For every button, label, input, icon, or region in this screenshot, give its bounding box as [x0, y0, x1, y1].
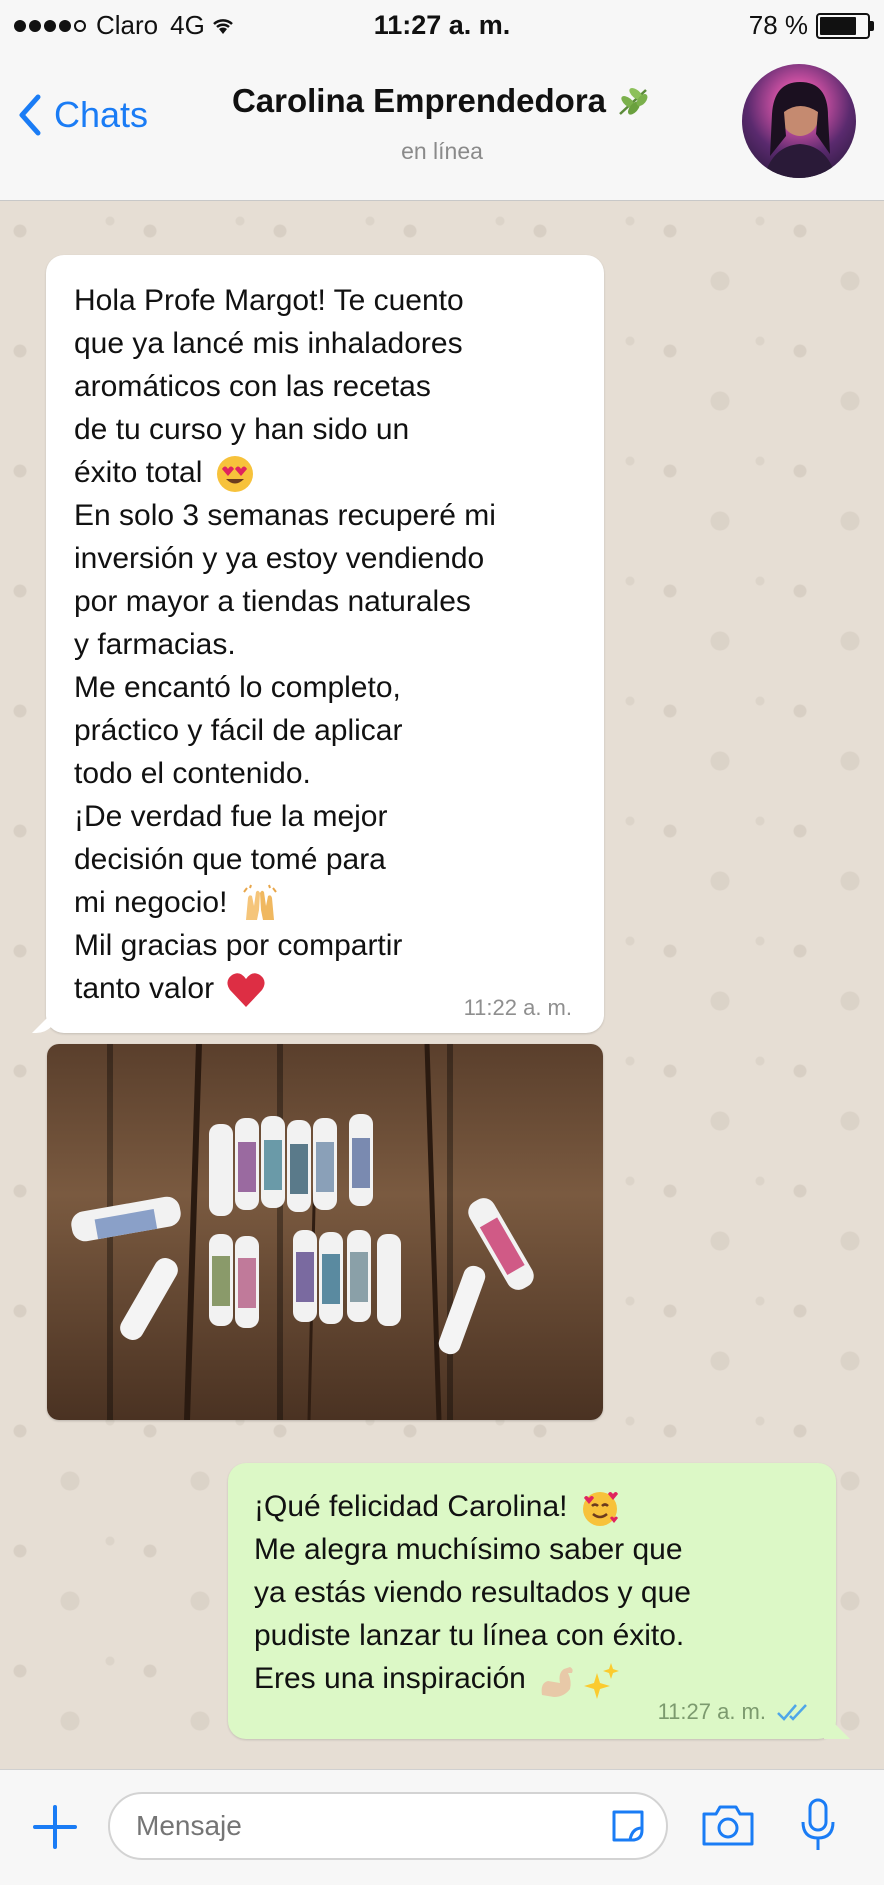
- message-line: decisión que tomé para: [74, 843, 386, 876]
- outgoing-message-bubble[interactable]: ¡Qué felicidad Carolina! Me alegra muchí…: [228, 1463, 836, 1739]
- message-meta: 11:27 a. m.: [658, 1699, 814, 1725]
- battery-info: 78 %: [748, 10, 874, 41]
- message-line: que ya lancé mis inhaladores: [74, 327, 463, 360]
- message-line: En solo 3 semanas recuperé mi: [74, 499, 496, 532]
- message-line: éxito total: [74, 456, 203, 489]
- plus-icon[interactable]: [30, 1802, 80, 1852]
- back-chevron-icon: [19, 94, 41, 136]
- message-input-bar: [0, 1769, 884, 1885]
- image-message[interactable]: [47, 1044, 603, 1420]
- message-line-with-emoji: éxito total: [74, 451, 578, 494]
- battery-percent: 78 %: [748, 10, 808, 40]
- message-timestamp: 11:22 a. m.: [463, 995, 572, 1020]
- contact-info[interactable]: Carolina Emprendedora en línea: [150, 82, 734, 165]
- message-line: de tu curso y han sido un: [74, 413, 410, 446]
- double-check-icon: [777, 1704, 807, 1721]
- message-input[interactable]: [108, 1792, 668, 1860]
- back-button[interactable]: Chats: [18, 94, 148, 136]
- message-line: práctico y fácil de aplicar: [74, 714, 403, 747]
- flexed-biceps-emoji-icon: [541, 1667, 573, 1698]
- message-line: inversión y ya estoy vendiendo: [74, 542, 485, 575]
- message-timestamp: 11:27 a. m.: [657, 1699, 766, 1724]
- message-line-with-emoji: mi negocio!: [74, 881, 578, 924]
- sparkles-emoji-icon: [583, 1663, 619, 1700]
- battery-icon: [816, 12, 874, 39]
- message-line: pudiste lanzar tu línea con éxito.: [254, 1619, 685, 1652]
- leaf-icon: [619, 88, 648, 115]
- message-line: Mil gracias por compartir: [74, 929, 403, 962]
- message-line: aromáticos con las recetas: [74, 370, 431, 403]
- status-bar: Claro 4G 11:27 a. m. 78 %: [0, 0, 884, 52]
- aromatic-inhalers-photo: [71, 1044, 534, 1420]
- message-line: mi negocio!: [74, 886, 228, 919]
- message-line-with-emoji: ¡Qué felicidad Carolina!: [254, 1485, 816, 1528]
- message-line: Eres una inspiración: [254, 1662, 526, 1695]
- message-line: tanto valor: [74, 972, 215, 1005]
- back-label: Chats: [54, 94, 149, 135]
- message-line: Me encantó lo completo,: [74, 671, 401, 704]
- message-line: ya estás viendo resultados y que: [254, 1576, 691, 1609]
- sticker-icon[interactable]: [608, 1806, 648, 1846]
- message-line: ¡De verdad fue la mejor: [74, 800, 388, 833]
- contact-status: en línea: [401, 138, 483, 164]
- incoming-message-bubble[interactable]: Hola Profe Margot! Te cuento que ya lanc…: [46, 255, 604, 1033]
- message-line: todo el contenido.: [74, 757, 311, 790]
- message-line: por mayor a tiendas naturales: [74, 585, 471, 618]
- red-heart-emoji-icon: [227, 973, 266, 1008]
- chat-header: Chats Carolina Emprendedora en línea: [0, 52, 884, 201]
- contact-name: Carolina Emprendedora: [231, 82, 607, 119]
- avatar-photo: [764, 82, 836, 178]
- message-line: y farmacias.: [74, 628, 236, 661]
- smiling-face-with-hearts-emoji-icon: [582, 1492, 618, 1527]
- raised-hands-emoji-icon: [242, 884, 277, 921]
- message-line: Me alegra muchísimo saber que: [254, 1533, 683, 1566]
- chat-area[interactable]: Hola Profe Margot! Te cuento que ya lanc…: [0, 201, 884, 1769]
- message-line: ¡Qué felicidad Carolina!: [254, 1490, 568, 1523]
- heart-eyes-emoji-icon: [216, 456, 253, 493]
- message-line-with-emoji: Eres una inspiración: [254, 1657, 816, 1700]
- avatar[interactable]: [742, 64, 856, 178]
- microphone-icon[interactable]: [798, 1798, 838, 1854]
- camera-icon[interactable]: [700, 1800, 756, 1850]
- message-line: Hola Profe Margot! Te cuento: [74, 284, 464, 317]
